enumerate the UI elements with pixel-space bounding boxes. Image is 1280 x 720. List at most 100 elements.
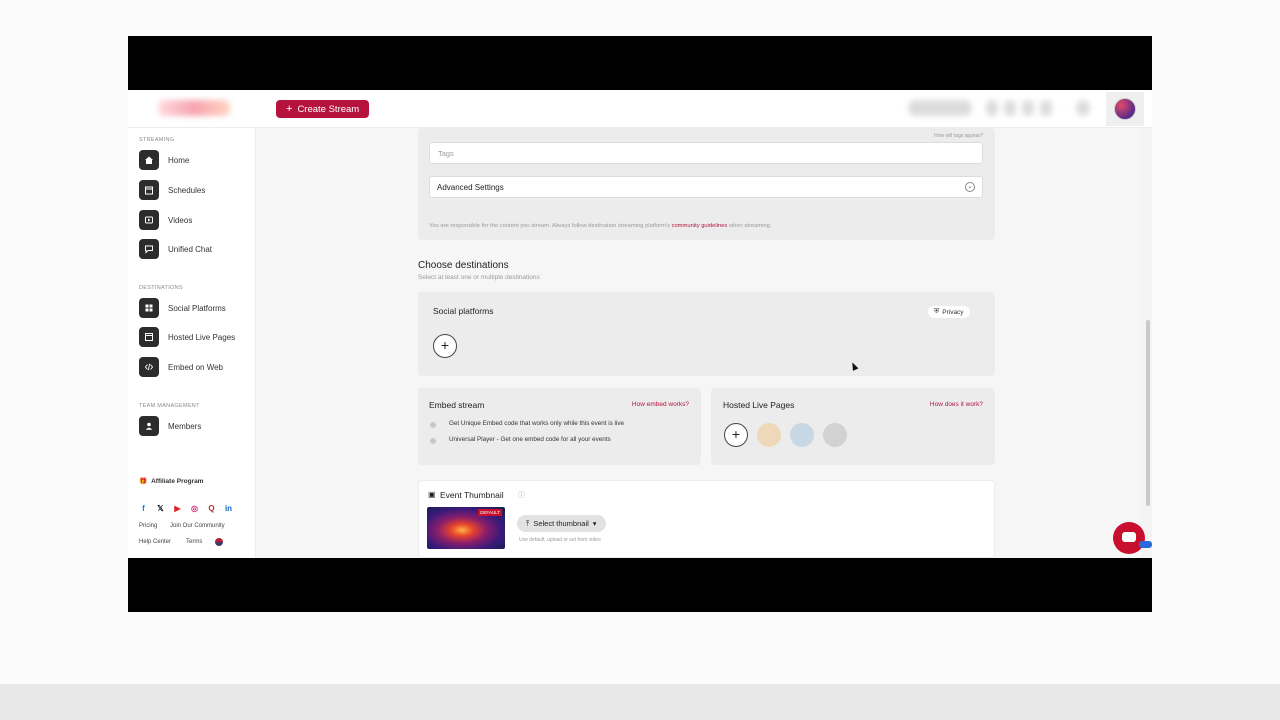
chat-icon bbox=[139, 239, 159, 259]
tags-hint-link[interactable]: How will tags appear? bbox=[934, 133, 983, 139]
thumbnail-hint: Use default, upload or set from video bbox=[519, 537, 601, 543]
sidebar-item-label: Hosted Live Pages bbox=[168, 332, 236, 342]
grid-icon bbox=[139, 298, 159, 318]
brand-logo[interactable] bbox=[158, 100, 230, 116]
page-icon bbox=[139, 327, 159, 347]
add-hosted-page-button[interactable]: + bbox=[724, 423, 748, 447]
blurred-header-item[interactable] bbox=[908, 100, 972, 116]
image-icon: ▣ bbox=[428, 490, 436, 499]
social-platforms-title: Social platforms bbox=[433, 306, 494, 316]
embed-stream-card: Embed stream How embed works? Get Unique… bbox=[418, 388, 701, 465]
add-social-platform-button[interactable]: + bbox=[433, 334, 457, 358]
choose-destinations-title: Choose destinations bbox=[418, 260, 509, 271]
community-guidelines-link[interactable]: community guidelines bbox=[672, 223, 728, 229]
hosted-live-pages-title: Hosted Live Pages bbox=[723, 400, 795, 410]
content-disclaimer: You are responsible for the content you … bbox=[429, 223, 771, 229]
sidebar-item-label: Unified Chat bbox=[168, 244, 213, 254]
sidebar: STREAMING Home Schedules Videos Unified … bbox=[128, 128, 256, 558]
sidebar-item-label: Videos bbox=[168, 215, 193, 225]
help-center-link[interactable]: Help Center bbox=[139, 539, 171, 545]
thumbnail-preview[interactable]: DEFAULT bbox=[427, 507, 505, 549]
sidebar-item-label: Members bbox=[168, 421, 202, 431]
create-stream-label: Create Stream bbox=[297, 103, 360, 115]
privacy-button[interactable]: ⛨ Privacy bbox=[928, 306, 970, 318]
sidebar-item-social-platforms[interactable]: Social Platforms bbox=[139, 298, 226, 318]
hosted-page-placeholder-icon[interactable] bbox=[757, 423, 781, 447]
choose-destinations-subtitle: Select at least one or multiple destinat… bbox=[418, 274, 540, 281]
sidebar-item-hosted-live-pages[interactable]: Hosted Live Pages bbox=[139, 327, 235, 347]
blurred-header-icon[interactable] bbox=[1076, 100, 1090, 116]
facebook-icon[interactable]: f bbox=[139, 504, 148, 513]
chat-notification-icon bbox=[1139, 541, 1152, 548]
social-platforms-card: Social platforms ⛨ Privacy + bbox=[418, 292, 995, 376]
quora-icon[interactable]: Q bbox=[207, 504, 216, 513]
disclaimer-text-end: when streaming. bbox=[727, 223, 772, 229]
sidebar-item-schedules[interactable]: Schedules bbox=[139, 180, 205, 200]
how-embed-works-link[interactable]: How embed works? bbox=[632, 401, 689, 408]
section-label-destinations: DESTINATIONS bbox=[139, 285, 183, 291]
embed-option-universal-label: Universal Player - Get one embed code fo… bbox=[449, 436, 611, 443]
instagram-icon[interactable]: ◎ bbox=[190, 504, 199, 513]
x-icon[interactable]: 𝕏 bbox=[156, 504, 165, 513]
privacy-label: Privacy bbox=[942, 308, 964, 316]
language-flag-icon[interactable] bbox=[215, 538, 223, 546]
sidebar-item-label: Embed on Web bbox=[168, 362, 223, 372]
event-thumbnail-title: Event Thumbnail bbox=[440, 490, 504, 500]
hosted-page-placeholder-icon[interactable] bbox=[790, 423, 814, 447]
embed-option-universal-radio[interactable] bbox=[430, 438, 436, 444]
code-icon bbox=[139, 357, 159, 377]
default-badge: DEFAULT bbox=[478, 509, 502, 516]
affiliate-label: Affiliate Program bbox=[151, 477, 204, 485]
shield-icon: ⛨ bbox=[934, 308, 940, 315]
select-thumbnail-button[interactable]: ⤒ Select thumbnail ▾ bbox=[517, 515, 606, 532]
section-label-team: TEAM MANAGEMENT bbox=[139, 403, 200, 409]
blurred-header-icon[interactable] bbox=[1022, 100, 1034, 116]
hosted-live-pages-card: Hosted Live Pages How does it work? + bbox=[711, 388, 995, 465]
advanced-settings-dropdown[interactable]: Advanced Settings ⌄ bbox=[429, 176, 983, 198]
stream-settings-card: How will tags appear? Tags Advanced Sett… bbox=[418, 128, 995, 240]
app-window: + Create Stream STREAMING Home Schedules bbox=[128, 90, 1152, 558]
support-chat-button[interactable] bbox=[1113, 522, 1145, 554]
youtube-icon[interactable]: ▶ bbox=[173, 504, 182, 513]
terms-link[interactable]: Terms bbox=[186, 539, 202, 545]
members-icon bbox=[139, 416, 159, 436]
linkedin-icon[interactable]: in bbox=[224, 504, 233, 513]
embed-option-unique-radio[interactable] bbox=[430, 422, 436, 428]
sidebar-item-label: Home bbox=[168, 155, 190, 165]
embed-option-unique-label: Get Unique Embed code that works only wh… bbox=[449, 420, 625, 427]
sidebar-item-members[interactable]: Members bbox=[139, 416, 201, 436]
how-does-it-work-link[interactable]: How does it work? bbox=[930, 401, 983, 408]
blurred-header-icon[interactable] bbox=[986, 100, 998, 116]
sidebar-item-home[interactable]: Home bbox=[139, 150, 189, 170]
upload-icon: ⤒ bbox=[526, 518, 530, 528]
sidebar-item-videos[interactable]: Videos bbox=[139, 210, 192, 230]
hosted-page-placeholder-icon[interactable] bbox=[823, 423, 847, 447]
social-links: f 𝕏 ▶ ◎ Q in bbox=[139, 504, 233, 513]
tags-input[interactable]: Tags bbox=[429, 142, 983, 164]
sidebar-item-unified-chat[interactable]: Unified Chat bbox=[139, 239, 212, 259]
blurred-header-icon[interactable] bbox=[1004, 100, 1016, 116]
community-link[interactable]: Join Our Community bbox=[170, 523, 225, 529]
sidebar-item-embed-on-web[interactable]: Embed on Web bbox=[139, 357, 223, 377]
select-thumbnail-label: Select thumbnail bbox=[533, 519, 589, 528]
video-frame: + Create Stream STREAMING Home Schedules bbox=[128, 36, 1152, 612]
calendar-icon bbox=[139, 180, 159, 200]
plus-icon: + bbox=[286, 102, 293, 115]
tags-placeholder: Tags bbox=[438, 149, 454, 158]
event-thumbnail-card: ▣ Event Thumbnail ⓘ DEFAULT ⤒ Select thu… bbox=[418, 480, 995, 558]
embed-stream-title: Embed stream bbox=[429, 400, 485, 410]
blurred-header-icon[interactable] bbox=[1040, 100, 1052, 116]
video-icon bbox=[139, 210, 159, 230]
section-label-streaming: STREAMING bbox=[139, 137, 175, 143]
scrollbar-thumb[interactable] bbox=[1146, 320, 1150, 506]
pricing-link[interactable]: Pricing bbox=[139, 523, 157, 529]
sidebar-item-label: Social Platforms bbox=[168, 303, 226, 313]
caret-down-icon: ▾ bbox=[592, 519, 597, 528]
page-bottom-strip bbox=[0, 684, 1280, 720]
info-icon[interactable]: ⓘ bbox=[518, 490, 525, 500]
affiliate-program-link[interactable]: 🎁 Affiliate Program bbox=[139, 477, 204, 486]
home-icon bbox=[139, 150, 159, 170]
advanced-settings-label: Advanced Settings bbox=[437, 183, 504, 192]
create-stream-button[interactable]: + Create Stream bbox=[276, 100, 370, 118]
avatar[interactable] bbox=[1114, 98, 1136, 120]
